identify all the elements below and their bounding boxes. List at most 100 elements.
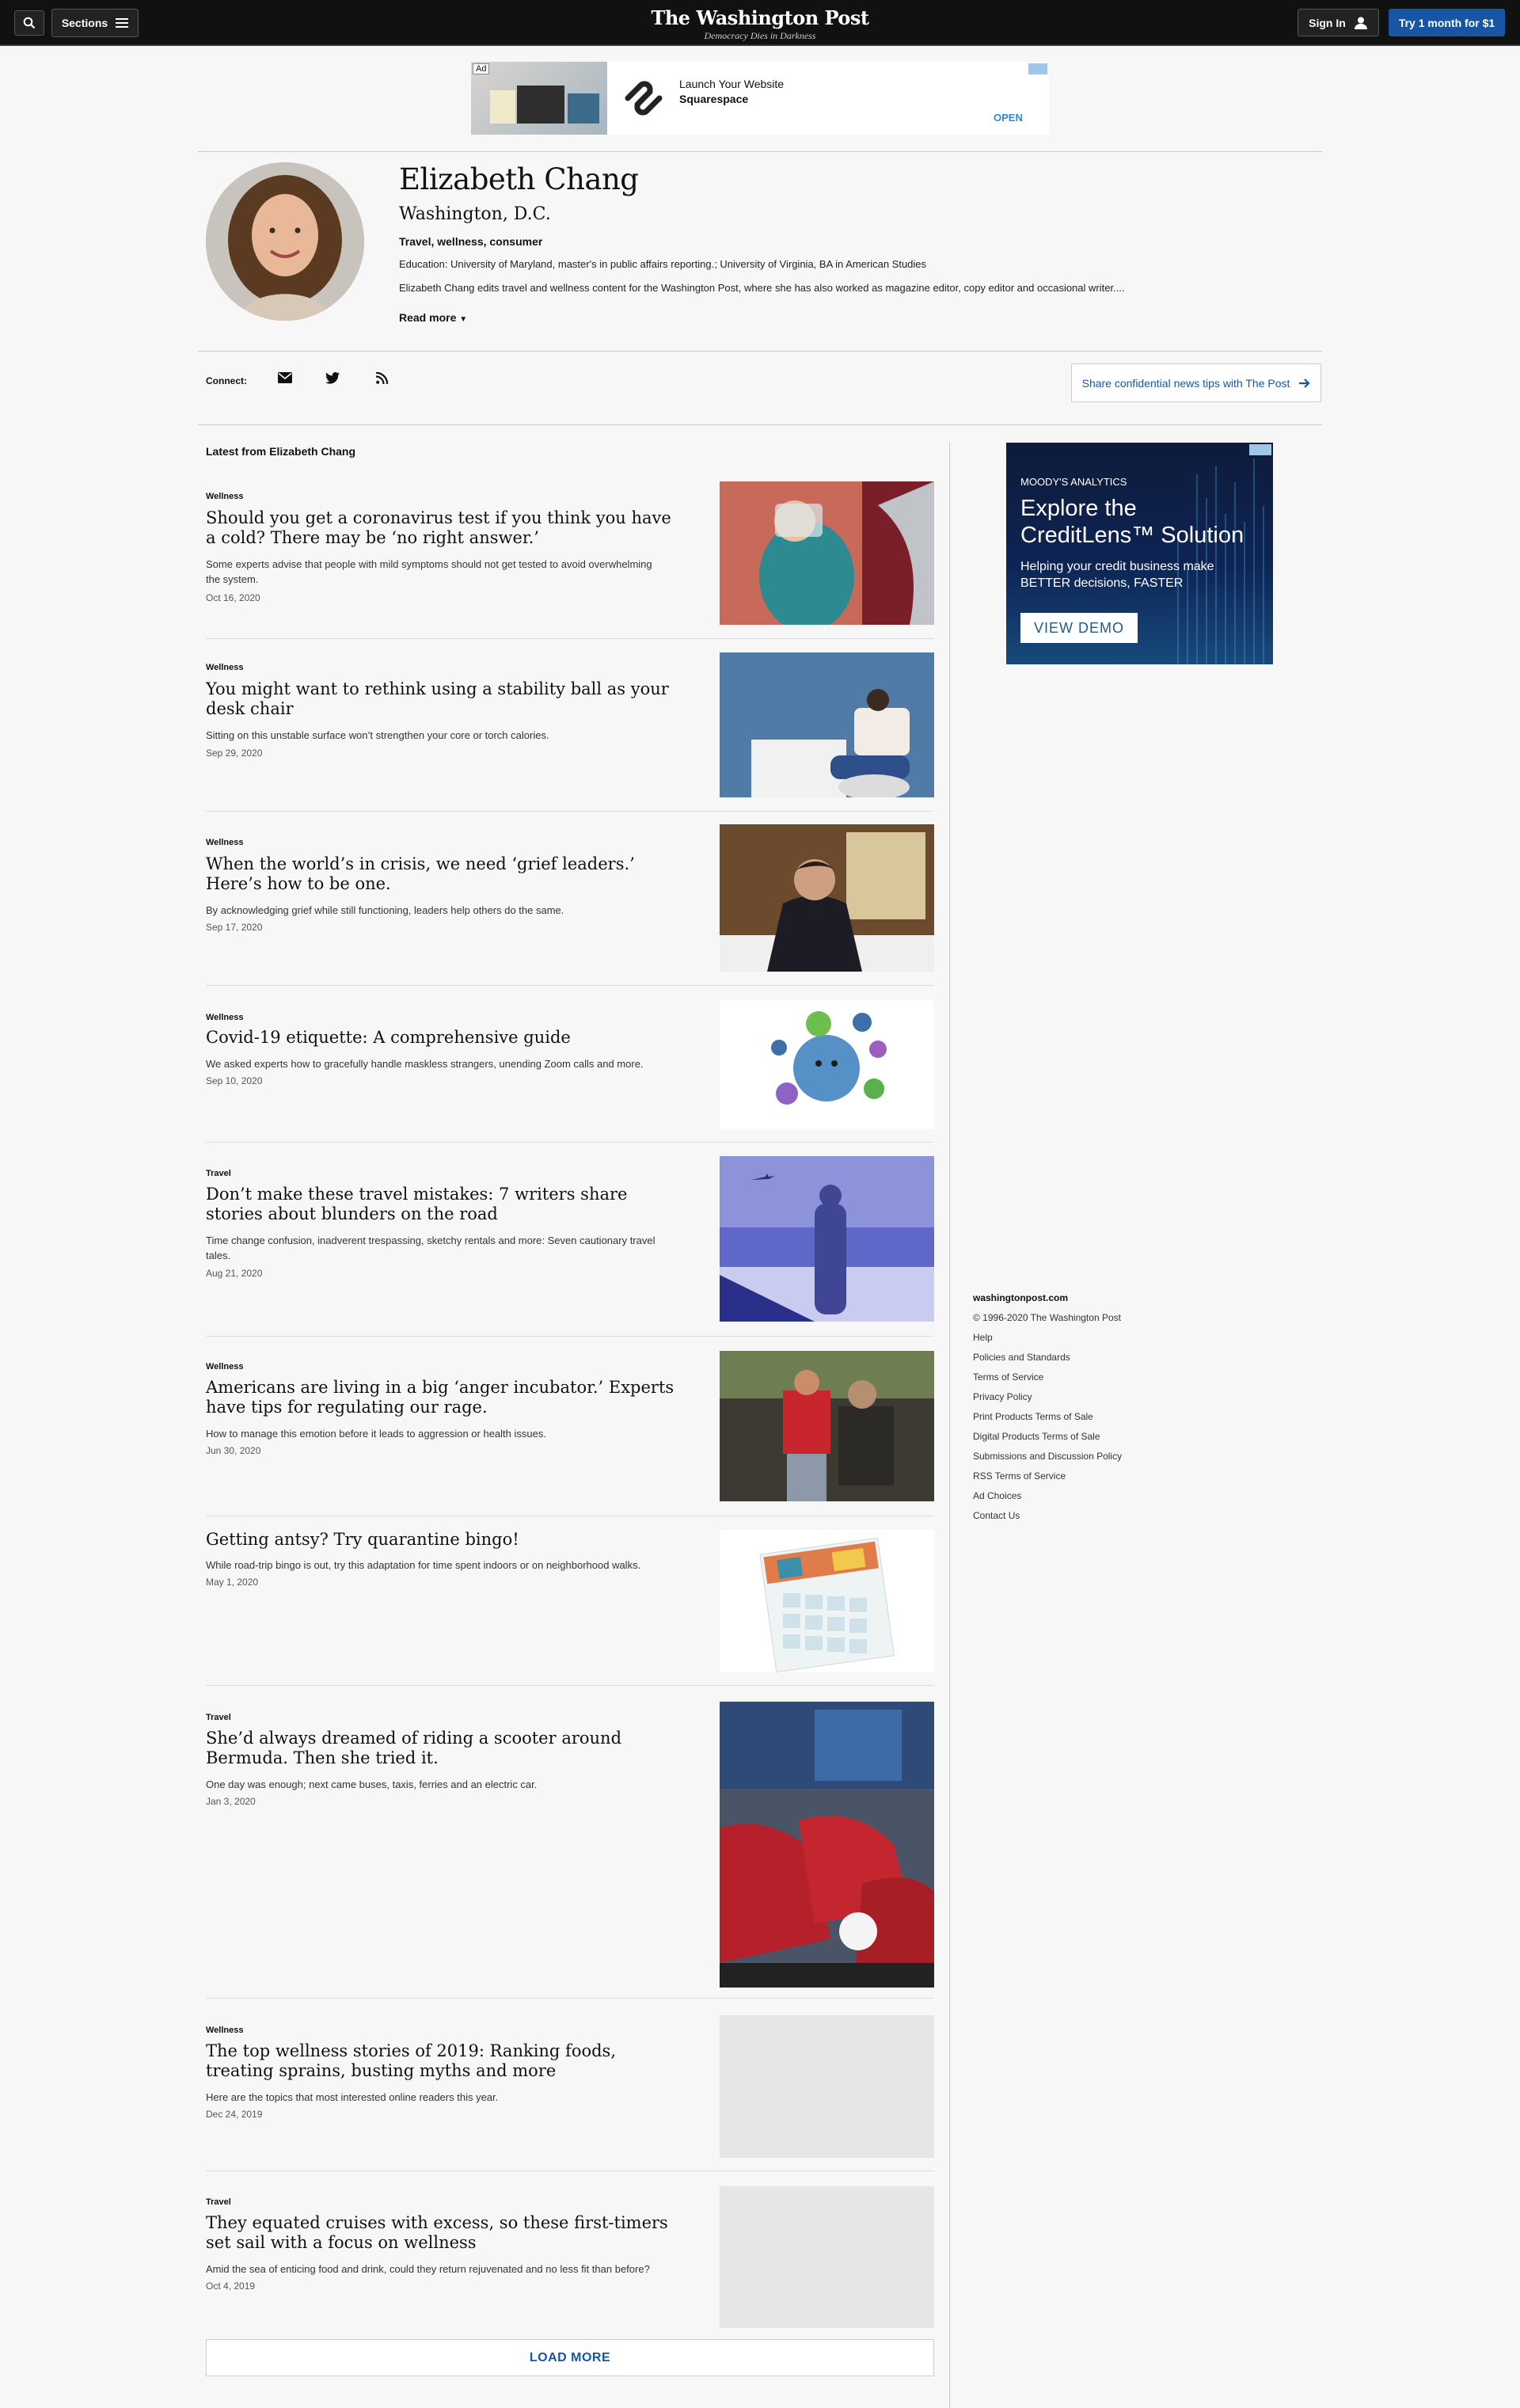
footer-link[interactable]: Submissions and Discussion Policy	[973, 1447, 1122, 1466]
story-thumbnail[interactable]	[720, 1156, 934, 1322]
footer-link[interactable]: Contact Us	[973, 1506, 1122, 1526]
search-button[interactable]	[14, 10, 44, 36]
story-kicker[interactable]: Wellness	[206, 838, 244, 847]
footer-link[interactable]: Print Products Terms of Sale	[973, 1407, 1122, 1427]
author-beat: Travel, wellness, consumer	[399, 235, 543, 248]
story-date: Oct 16, 2020	[206, 592, 260, 603]
top-banner-ad[interactable]: Ad Launch Your Website Squarespace OPEN	[471, 62, 1049, 135]
logo-wordmark: The Washington Post	[651, 6, 869, 29]
story-item[interactable]: Getting antsy? Try quarantine bingo! Whi…	[206, 1530, 934, 1672]
author-location: Washington, D.C.	[399, 204, 551, 224]
divider	[206, 1142, 934, 1143]
story-thumbnail[interactable]	[720, 481, 934, 625]
email-icon[interactable]	[276, 369, 294, 386]
story-item[interactable]: Wellness The top wellness stories of 201…	[206, 2015, 934, 2167]
twitter-icon[interactable]	[324, 369, 341, 386]
footer-link[interactable]: Privacy Policy	[973, 1387, 1122, 1407]
story-headline[interactable]: You might want to rethink using a stabil…	[206, 679, 681, 719]
divider	[198, 424, 1322, 425]
ad-close-icon[interactable]	[1028, 63, 1047, 74]
story-headline[interactable]: She’d always dreamed of riding a scooter…	[206, 1729, 681, 1768]
story-blurb: Here are the topics that most interested…	[206, 2091, 499, 2103]
sidebar-ad[interactable]: MOODY'S ANALYTICS Explore the CreditLens…	[1006, 443, 1273, 664]
story-blurb: While road-trip bingo is out, try this a…	[206, 1559, 641, 1571]
story-blurb: How to manage this emotion before it lea…	[206, 1428, 546, 1440]
story-headline[interactable]: Should you get a coronavirus test if you…	[206, 508, 681, 548]
story-kicker[interactable]: Travel	[206, 1713, 231, 1722]
footer-site[interactable]: washingtonpost.com	[973, 1288, 1122, 1308]
sign-in-button[interactable]: Sign In	[1298, 9, 1379, 36]
logo-tagline: Democracy Dies in Darkness	[704, 30, 816, 41]
ad-open-button[interactable]: OPEN	[994, 112, 1023, 124]
story-kicker[interactable]: Travel	[206, 1169, 231, 1178]
story-item[interactable]: Wellness You might want to rethink using…	[206, 652, 934, 797]
story-blurb: We asked experts how to gracefully handl…	[206, 1058, 644, 1070]
divider	[206, 1336, 934, 1337]
story-headline[interactable]: Covid-19 etiquette: A comprehensive guid…	[206, 1028, 681, 1048]
story-thumbnail[interactable]	[720, 824, 934, 972]
footer-link[interactable]: Help	[973, 1328, 1122, 1348]
story-date: Sep 29, 2020	[206, 748, 263, 759]
read-more-button[interactable]: Read more ▼	[399, 311, 467, 324]
footer-link[interactable]: Digital Products Terms of Sale	[973, 1427, 1122, 1447]
story-thumbnail[interactable]	[720, 1530, 934, 1672]
story-kicker[interactable]: Wellness	[206, 1362, 244, 1371]
user-icon	[1354, 17, 1367, 29]
share-tips-button[interactable]: Share confidential news tips with The Po…	[1071, 363, 1321, 402]
story-kicker[interactable]: Wellness	[206, 663, 244, 672]
divider	[206, 811, 934, 812]
ad-brand: MOODY'S ANALYTICS	[1020, 476, 1127, 488]
story-headline[interactable]: Getting antsy? Try quarantine bingo!	[206, 1530, 681, 1550]
story-blurb: Sitting on this unstable surface won’t s…	[206, 729, 549, 741]
story-item[interactable]: Travel She’d always dreamed of riding a …	[206, 1702, 934, 1988]
story-blurb: One day was enough; next came buses, tax…	[206, 1778, 538, 1790]
story-headline[interactable]: When the world’s in crisis, we need ‘gri…	[206, 854, 681, 894]
divider	[206, 985, 934, 986]
story-thumbnail[interactable]	[720, 652, 934, 797]
sections-menu-button[interactable]: Sections	[51, 9, 139, 37]
rss-icon[interactable]	[373, 369, 390, 386]
story-item[interactable]: Travel They equated cruises with excess,…	[206, 2186, 934, 2339]
story-item[interactable]: Wellness Americans are living in a big ‘…	[206, 1351, 934, 1512]
story-blurb: Time change confusion, inadverent trespa…	[206, 1234, 656, 1261]
story-headline[interactable]: They equated cruises with excess, so the…	[206, 2213, 681, 2253]
caret-down-icon: ▼	[459, 315, 468, 324]
story-kicker[interactable]: Wellness	[206, 1013, 244, 1022]
story-kicker[interactable]: Wellness	[206, 2026, 244, 2035]
column-divider	[949, 442, 950, 2408]
ad-badge: Ad	[473, 63, 490, 74]
story-item[interactable]: Wellness When the world’s in crisis, we …	[206, 824, 934, 972]
sign-in-label: Sign In	[1309, 16, 1346, 29]
ad-line-1: Launch Your Website	[679, 78, 785, 90]
story-thumbnail-placeholder[interactable]	[720, 2186, 934, 2328]
ad-image: Ad	[471, 62, 607, 135]
footer-link[interactable]: Terms of Service	[973, 1368, 1122, 1387]
footer-link[interactable]: Policies and Standards	[973, 1348, 1122, 1368]
story-thumbnail-placeholder[interactable]	[720, 2015, 934, 2158]
story-thumbnail[interactable]	[720, 1702, 934, 1988]
subscribe-button[interactable]: Try 1 month for $1	[1389, 9, 1505, 36]
story-item[interactable]: Wellness Covid-19 etiquette: A comprehen…	[206, 1000, 934, 1129]
story-item[interactable]: Travel Don’t make these travel mistakes:…	[206, 1156, 934, 1326]
latest-heading: Latest from Elizabeth Chang	[206, 445, 356, 458]
story-thumbnail[interactable]	[720, 1351, 934, 1501]
divider	[198, 151, 1322, 152]
story-kicker[interactable]: Travel	[206, 2197, 231, 2207]
story-blurb: By acknowledging grief while still funct…	[206, 904, 564, 916]
ad-close-icon[interactable]	[1249, 444, 1271, 455]
story-headline[interactable]: Don’t make these travel mistakes: 7 writ…	[206, 1185, 681, 1224]
story-date: Aug 21, 2020	[206, 1268, 263, 1279]
footer-link[interactable]: Ad Choices	[973, 1486, 1122, 1506]
story-date: Sep 17, 2020	[206, 922, 263, 933]
story-kicker[interactable]: Wellness	[206, 492, 244, 501]
site-logo[interactable]: The Washington Post Democracy Dies in Da…	[602, 6, 918, 42]
view-demo-button[interactable]: VIEW DEMO	[1020, 613, 1138, 643]
footer-link[interactable]: RSS Terms of Service	[973, 1466, 1122, 1486]
divider	[206, 1998, 934, 1999]
story-headline[interactable]: Americans are living in a big ‘anger inc…	[206, 1378, 681, 1417]
story-headline[interactable]: The top wellness stories of 2019: Rankin…	[206, 2041, 681, 2081]
story-thumbnail[interactable]	[720, 1000, 934, 1129]
load-more-button[interactable]: LOAD MORE	[206, 2339, 934, 2376]
story-blurb: Amid the sea of enticing food and drink,…	[206, 2263, 650, 2275]
story-item[interactable]: Wellness Should you get a coronavirus te…	[206, 481, 934, 625]
